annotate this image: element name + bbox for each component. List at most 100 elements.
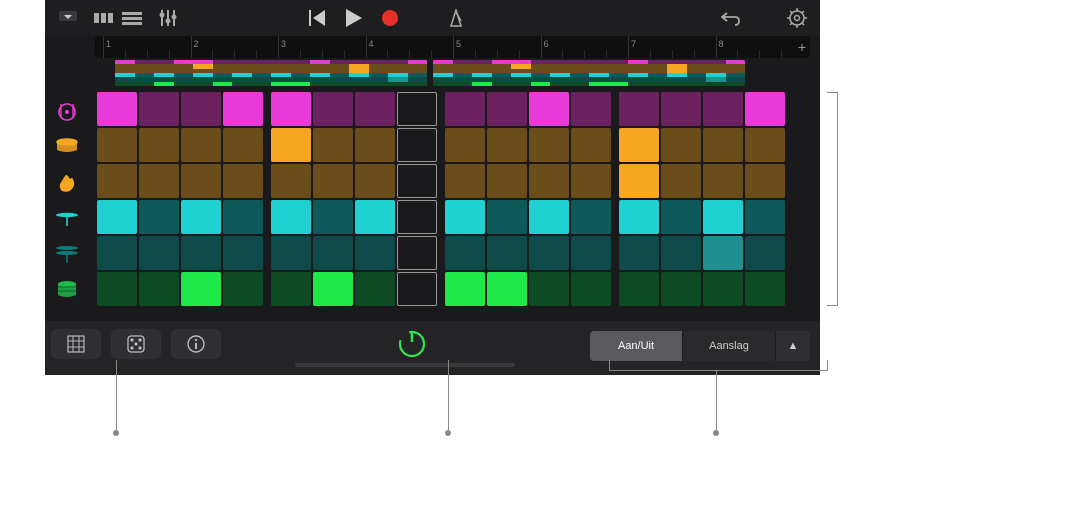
step-cell[interactable] <box>313 236 353 270</box>
step-cell[interactable] <box>97 200 137 234</box>
step-cell[interactable] <box>271 272 311 306</box>
step-cell[interactable] <box>529 272 569 306</box>
settings-gear-icon[interactable] <box>786 7 808 29</box>
step-cell[interactable] <box>181 200 221 234</box>
step-cell[interactable] <box>703 200 743 234</box>
track-snare-icon[interactable] <box>47 128 87 164</box>
step-cell[interactable] <box>397 128 437 162</box>
step-cell[interactable] <box>181 236 221 270</box>
track-clap-icon[interactable] <box>47 164 87 200</box>
step-cell[interactable] <box>355 200 395 234</box>
step-cell[interactable] <box>223 92 263 126</box>
step-cell[interactable] <box>355 272 395 306</box>
step-cell[interactable] <box>223 128 263 162</box>
step-cell[interactable] <box>445 92 485 126</box>
step-cell[interactable] <box>745 164 785 198</box>
step-cell[interactable] <box>703 164 743 198</box>
step-cell[interactable] <box>487 236 527 270</box>
step-cell[interactable] <box>619 128 659 162</box>
step-cell[interactable] <box>139 272 179 306</box>
track-kick-icon[interactable] <box>47 92 87 128</box>
step-cell[interactable] <box>571 164 611 198</box>
step-cell[interactable] <box>139 236 179 270</box>
step-cell[interactable] <box>139 92 179 126</box>
step-cell[interactable] <box>181 92 221 126</box>
step-cell[interactable] <box>529 236 569 270</box>
step-cell[interactable] <box>223 164 263 198</box>
step-cell[interactable] <box>223 272 263 306</box>
step-cell[interactable] <box>271 164 311 198</box>
step-cell[interactable] <box>745 236 785 270</box>
step-cell[interactable] <box>619 164 659 198</box>
step-cell[interactable] <box>397 92 437 126</box>
step-cell[interactable] <box>487 128 527 162</box>
step-cell[interactable] <box>487 200 527 234</box>
mixer-icon[interactable] <box>157 7 179 29</box>
info-button[interactable] <box>171 329 221 359</box>
step-cell[interactable] <box>487 272 527 306</box>
step-cell[interactable] <box>397 200 437 234</box>
undo-icon[interactable] <box>720 7 742 29</box>
step-cell[interactable] <box>313 200 353 234</box>
step-cell[interactable] <box>445 236 485 270</box>
timeline-ruler[interactable]: 12345678 + <box>95 36 810 58</box>
step-cell[interactable] <box>397 236 437 270</box>
step-cell[interactable] <box>181 272 221 306</box>
power-button[interactable] <box>395 327 429 361</box>
step-cell[interactable] <box>397 164 437 198</box>
step-cell[interactable] <box>619 200 659 234</box>
step-cell[interactable] <box>355 92 395 126</box>
step-cell[interactable] <box>661 92 701 126</box>
record-icon[interactable] <box>379 7 401 29</box>
step-cell[interactable] <box>745 272 785 306</box>
step-cell[interactable] <box>661 272 701 306</box>
step-cell[interactable] <box>445 164 485 198</box>
track-hihat-closed-icon[interactable] <box>47 200 87 236</box>
step-cell[interactable] <box>313 272 353 306</box>
step-cell[interactable] <box>271 128 311 162</box>
step-cell[interactable] <box>139 200 179 234</box>
step-cell[interactable] <box>97 164 137 198</box>
step-cell[interactable] <box>661 200 701 234</box>
step-cell[interactable] <box>313 164 353 198</box>
pattern-overview[interactable] <box>115 60 745 86</box>
step-cell[interactable] <box>745 200 785 234</box>
step-cell[interactable] <box>397 272 437 306</box>
overview-segment-b[interactable] <box>433 60 745 86</box>
step-cell[interactable] <box>445 128 485 162</box>
step-cell[interactable] <box>223 200 263 234</box>
step-cell[interactable] <box>571 272 611 306</box>
overview-segment-a[interactable] <box>115 60 427 86</box>
step-cell[interactable] <box>181 164 221 198</box>
step-cell[interactable] <box>745 92 785 126</box>
step-cell[interactable] <box>271 200 311 234</box>
menu-dropdown-icon[interactable] <box>57 7 79 29</box>
step-cell[interactable] <box>529 92 569 126</box>
step-cell[interactable] <box>571 128 611 162</box>
step-cell[interactable] <box>445 272 485 306</box>
step-cell[interactable] <box>445 200 485 234</box>
step-cell[interactable] <box>97 128 137 162</box>
step-cell[interactable] <box>139 128 179 162</box>
step-cell[interactable] <box>571 236 611 270</box>
step-cell[interactable] <box>355 236 395 270</box>
track-hihat-open-icon[interactable] <box>47 236 87 272</box>
go-to-start-icon[interactable] <box>307 7 329 29</box>
step-cell[interactable] <box>571 92 611 126</box>
play-icon[interactable] <box>343 7 365 29</box>
step-cell[interactable] <box>619 92 659 126</box>
step-cell[interactable] <box>745 128 785 162</box>
step-cell[interactable] <box>529 164 569 198</box>
step-cell[interactable] <box>661 164 701 198</box>
view-columns-icon[interactable] <box>93 7 115 29</box>
step-cell[interactable] <box>355 128 395 162</box>
step-cell[interactable] <box>703 272 743 306</box>
step-cell[interactable] <box>355 164 395 198</box>
step-cell[interactable] <box>487 92 527 126</box>
bottom-slider[interactable] <box>295 363 515 367</box>
step-cell[interactable] <box>313 128 353 162</box>
step-cell[interactable] <box>271 236 311 270</box>
metronome-icon[interactable] <box>445 7 467 29</box>
grid-view-button[interactable] <box>51 329 101 359</box>
step-cell[interactable] <box>619 236 659 270</box>
